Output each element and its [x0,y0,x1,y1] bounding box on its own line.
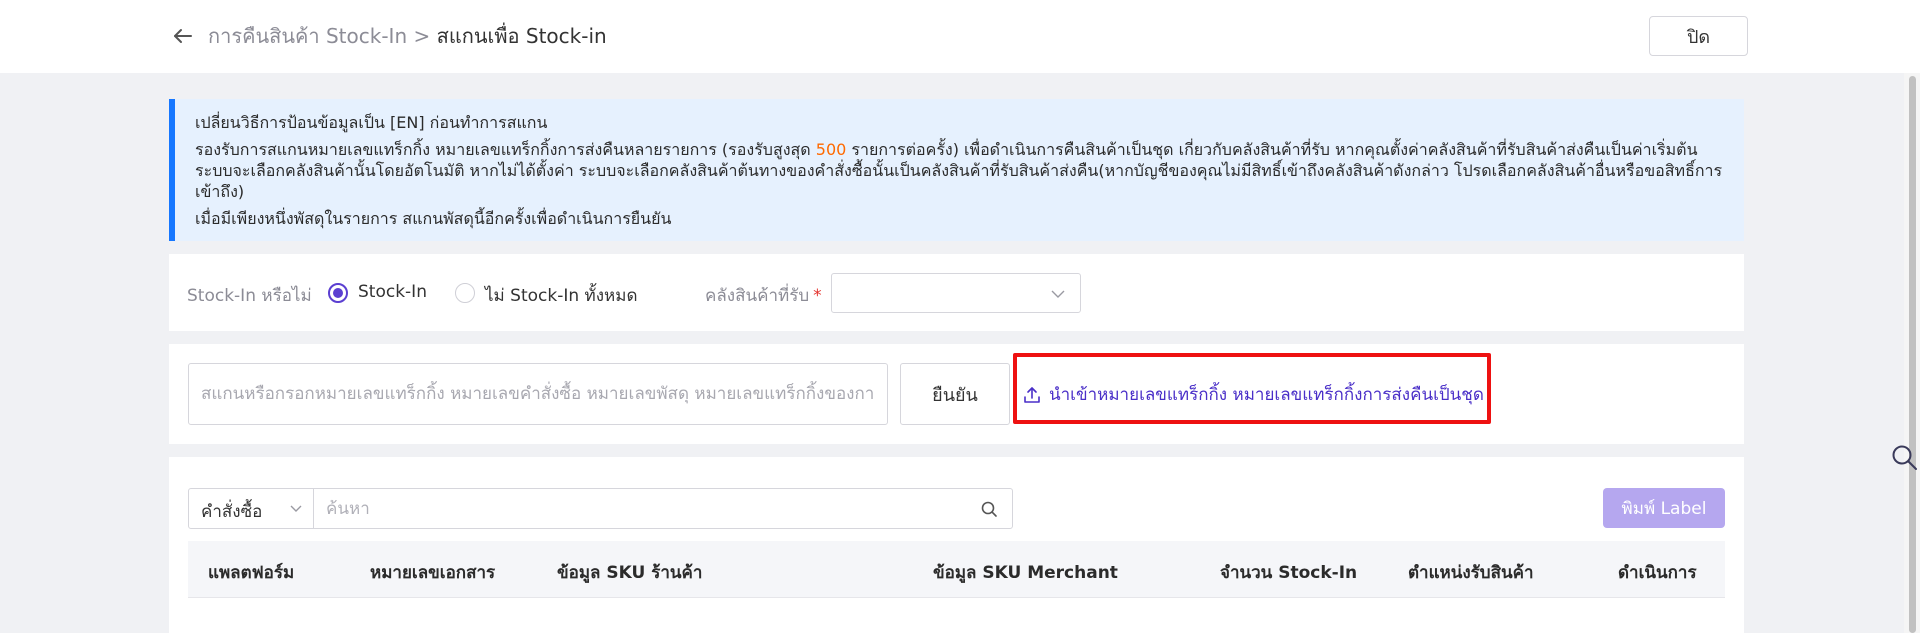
notice-line-input-method: เปลี่ยนวิธีการป้อนข้อมูลเป็น [EN] ก่อนทำ… [195,113,548,132]
breadcrumb-current: สแกนเพื่อ Stock-in [436,24,607,48]
warehouse-label-text: คลังสินค้าที่รับ [705,286,810,306]
scan-input[interactable] [188,363,888,425]
notice-line-batch-support: รองรับการสแกนหมายเลขแทร็กกิ้ง หมายเลขแทร… [195,139,1728,202]
search-type-value: คำสั่งซื้อ [201,502,263,522]
chevron-down-icon [1051,290,1065,298]
notice-line-single-parcel: เมื่อมีเพียงหนึ่งพัสดุในรายการ สแกนพัสดุ… [195,209,672,228]
column-document-number: หมายเลขเอกสาร [370,563,496,583]
batch-import-link[interactable]: นำเข้าหมายเลขแทร็กกิ้ง หมายเลขแทร็กกิ้งก… [1023,381,1484,408]
upload-icon [1024,386,1040,403]
table-header: แพลตฟอร์ม หมายเลขเอกสาร ข้อมูล SKU ร้านค… [188,541,1725,598]
warehouse-label: คลังสินค้าที่รับ * [705,282,822,309]
notice-text-before: รองรับการสแกนหมายเลขแทร็กกิ้ง หมายเลขแทร… [195,140,816,159]
print-label-button[interactable]: พิมพ์ Label [1603,488,1725,528]
column-store-sku: ข้อมูล SKU ร้านค้า [557,563,703,583]
notice-max-count: 500 [815,140,847,159]
column-merchant-sku: ข้อมูล SKU Merchant [933,563,1118,583]
radio-stock-in[interactable] [328,283,348,303]
breadcrumb: การคืนสินค้า Stock-In > สแกนเพื่อ Stock-… [208,22,607,50]
close-button[interactable]: ปิด [1649,16,1748,56]
column-actions: ดำเนินการ [1618,563,1697,583]
column-stock-in-quantity: จำนวน Stock-In [1220,563,1358,583]
search-icon[interactable] [980,500,998,518]
scan-card: ยืนยัน นำเข้าหมายเลขแทร็กกิ้ง หมายเลขแทร… [169,344,1744,444]
stock-in-options-card: Stock-In หรือไม่ Stock-In ไม่ Stock-In ท… [169,254,1744,331]
scrollbar-thumb[interactable] [1909,76,1916,633]
column-receiving-location: ตำแหน่งรับสินค้า [1408,563,1534,583]
results-card: คำสั่งซื้อ พิมพ์ Label แพลตฟอร์ม หมายเลข… [169,457,1744,633]
stock-in-label: Stock-In หรือไม่ [187,286,312,306]
arrow-left-icon[interactable] [171,24,195,48]
info-notice: เปลี่ยนวิธีการป้อนข้อมูลเป็น [EN] ก่อนทำ… [169,99,1744,241]
radio-no-stock-in[interactable] [455,283,475,303]
breadcrumb-separator: > [413,24,431,48]
required-mark: * [813,286,822,306]
search-type-select[interactable]: คำสั่งซื้อ [188,488,314,529]
warehouse-select[interactable] [831,273,1081,313]
breadcrumb-parent[interactable]: การคืนสินค้า Stock-In [208,24,407,48]
chevron-down-icon [290,505,302,512]
confirm-button[interactable]: ยืนยัน [900,363,1010,425]
floating-search-icon[interactable] [1890,443,1918,471]
batch-import-label[interactable]: นำเข้าหมายเลขแทร็กกิ้ง หมายเลขแทร็กกิ้งก… [1049,381,1484,408]
page-header: การคืนสินค้า Stock-In > สแกนเพื่อ Stock-… [0,0,1920,73]
column-platform: แพลตฟอร์ม [208,563,295,583]
search-input[interactable] [314,489,954,528]
radio-stock-in-label[interactable]: Stock-In [358,282,427,302]
radio-no-stock-in-label[interactable]: ไม่ Stock-In ทั้งหมด [485,282,638,309]
search-box [313,488,1013,529]
